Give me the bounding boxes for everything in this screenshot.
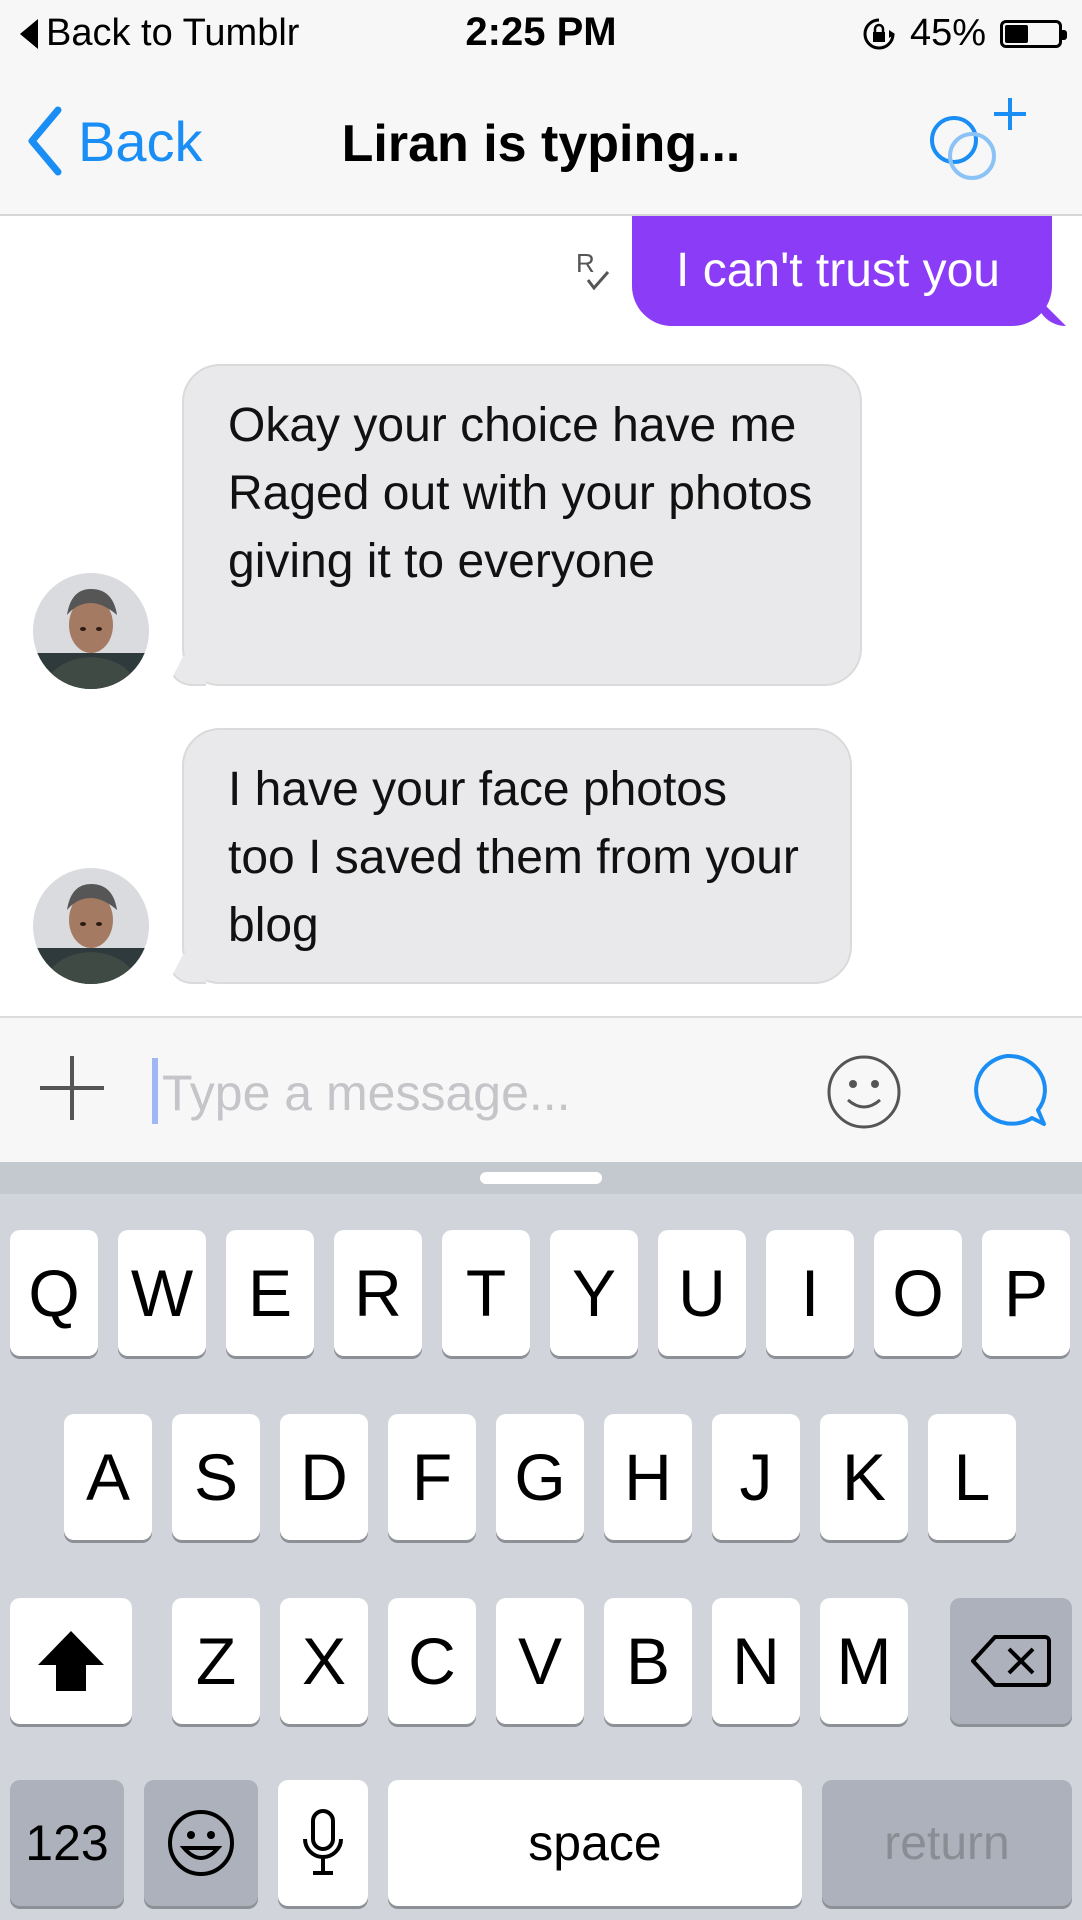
key-o[interactable]: O <box>874 1230 962 1356</box>
incoming-message[interactable]: I have your face photos too I saved them… <box>168 728 852 984</box>
key-l[interactable]: L <box>928 1414 1016 1540</box>
bubble-tail <box>1036 296 1066 326</box>
message-composer <box>0 1016 1082 1162</box>
key-a[interactable]: A <box>64 1414 152 1540</box>
key-k[interactable]: K <box>820 1414 908 1540</box>
read-receipt-icon: R <box>576 248 610 291</box>
microphone-icon <box>303 1809 343 1875</box>
return-key[interactable]: return <box>822 1780 1072 1906</box>
key-d[interactable]: D <box>280 1414 368 1540</box>
message-input[interactable] <box>160 1052 784 1134</box>
key-s[interactable]: S <box>172 1414 260 1540</box>
message-thread[interactable]: R I can't trust you Okay your choice hav… <box>0 216 1082 1016</box>
key-n[interactable]: N <box>712 1598 800 1724</box>
avatar-photo <box>33 868 149 984</box>
space-key[interactable]: space <box>388 1780 802 1906</box>
message-text: I can't trust you <box>676 244 1000 297</box>
key-v[interactable]: V <box>496 1598 584 1724</box>
key-m[interactable]: M <box>820 1598 908 1724</box>
key-z[interactable]: Z <box>172 1598 260 1724</box>
key-r[interactable]: R <box>334 1230 422 1356</box>
backspace-icon <box>971 1635 1051 1687</box>
status-bar: Back to Tumblr 2:25 PM 45% <box>0 0 1082 68</box>
outgoing-message[interactable]: I can't trust you <box>632 216 1066 326</box>
key-b[interactable]: B <box>604 1598 692 1724</box>
key-e[interactable]: E <box>226 1230 314 1356</box>
shift-key[interactable] <box>10 1598 132 1724</box>
message-text: I have your face photos too I saved them… <box>228 763 799 952</box>
keyboard-handle[interactable] <box>480 1172 602 1184</box>
emoji-key[interactable] <box>144 1780 258 1906</box>
key-i[interactable]: I <box>766 1230 854 1356</box>
rotation-lock-icon <box>863 18 895 49</box>
battery-percentage: 45% <box>909 12 986 54</box>
dictation-key[interactable] <box>278 1780 368 1906</box>
bubble-tail <box>168 656 206 686</box>
emoji-face-icon <box>168 1810 234 1876</box>
avatar[interactable] <box>33 868 149 984</box>
plus-icon[interactable] <box>36 1052 108 1124</box>
numbers-key[interactable]: 123 <box>10 1780 124 1906</box>
text-caret <box>152 1058 158 1124</box>
key-f[interactable]: F <box>388 1414 476 1540</box>
shift-arrow-icon <box>38 1631 104 1691</box>
delete-key[interactable] <box>950 1598 1072 1724</box>
key-h[interactable]: H <box>604 1414 692 1540</box>
key-x[interactable]: X <box>280 1598 368 1724</box>
key-p[interactable]: P <box>982 1230 1070 1356</box>
key-w[interactable]: W <box>118 1230 206 1356</box>
send-bubble-icon[interactable] <box>966 1052 1048 1132</box>
conversation-title: Liran is typing... <box>341 115 741 173</box>
keyboard-grabber-area[interactable] <box>0 1162 1082 1194</box>
avatar-photo <box>33 573 149 689</box>
bubble-tail <box>168 954 206 984</box>
incoming-message[interactable]: Okay your choice have me Raged out with … <box>168 364 862 686</box>
navigation-bar: Back Liran is typing... <box>0 68 1082 216</box>
battery-icon <box>1000 19 1067 48</box>
svg-text:R: R <box>576 248 595 278</box>
key-t[interactable]: T <box>442 1230 530 1356</box>
add-participant-icon[interactable] <box>924 94 1034 194</box>
keyboard: Q W E R T Y U I O P A S D F G H J K L Z X C V B N M 123 space return <box>0 1162 1082 1920</box>
message-text: Okay your choice have me Raged out with … <box>228 399 813 588</box>
key-j[interactable]: J <box>712 1414 800 1540</box>
key-g[interactable]: G <box>496 1414 584 1540</box>
emoji-icon[interactable] <box>826 1054 902 1130</box>
key-q[interactable]: Q <box>10 1230 98 1356</box>
key-y[interactable]: Y <box>550 1230 638 1356</box>
battery-fill <box>1005 24 1028 43</box>
key-c[interactable]: C <box>388 1598 476 1724</box>
avatar[interactable] <box>33 573 149 689</box>
key-u[interactable]: U <box>658 1230 746 1356</box>
